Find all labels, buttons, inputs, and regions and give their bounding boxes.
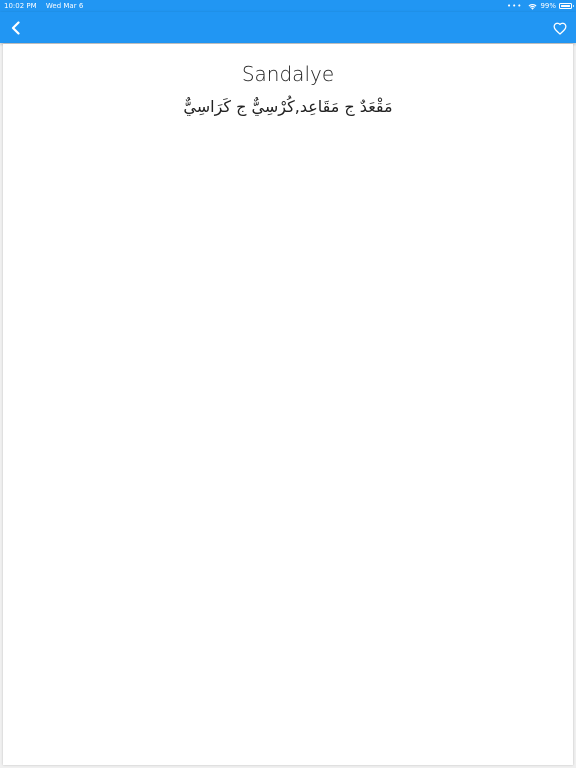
status-time: 10:02 PM bbox=[4, 2, 37, 10]
word-translation: مَقْعَدٌ ج مَقَاعِد,كُرْسِيٌّ ج كَرَاسِي… bbox=[183, 97, 393, 116]
status-dots: ••• bbox=[507, 2, 523, 10]
status-bar: 10:02 PM Wed Mar 6 ••• 99% bbox=[0, 0, 576, 12]
word-title: Sandalye bbox=[241, 62, 335, 86]
wifi-icon bbox=[528, 3, 537, 10]
favorite-button[interactable] bbox=[550, 18, 570, 38]
word-card: Sandalye مَقْعَدٌ ج مَقَاعِد,كُرْسِيٌّ ج… bbox=[3, 44, 573, 765]
battery-percent: 99% bbox=[540, 2, 556, 10]
battery-icon bbox=[559, 3, 574, 9]
status-left: 10:02 PM Wed Mar 6 bbox=[4, 0, 90, 12]
app-bar bbox=[0, 12, 576, 43]
status-right: ••• 99% bbox=[507, 0, 574, 12]
status-date: Wed Mar 6 bbox=[45, 2, 84, 10]
back-button[interactable] bbox=[6, 18, 26, 38]
heart-outline-icon bbox=[553, 22, 567, 35]
battery-fill bbox=[561, 5, 570, 7]
chevron-left-icon bbox=[11, 21, 20, 35]
